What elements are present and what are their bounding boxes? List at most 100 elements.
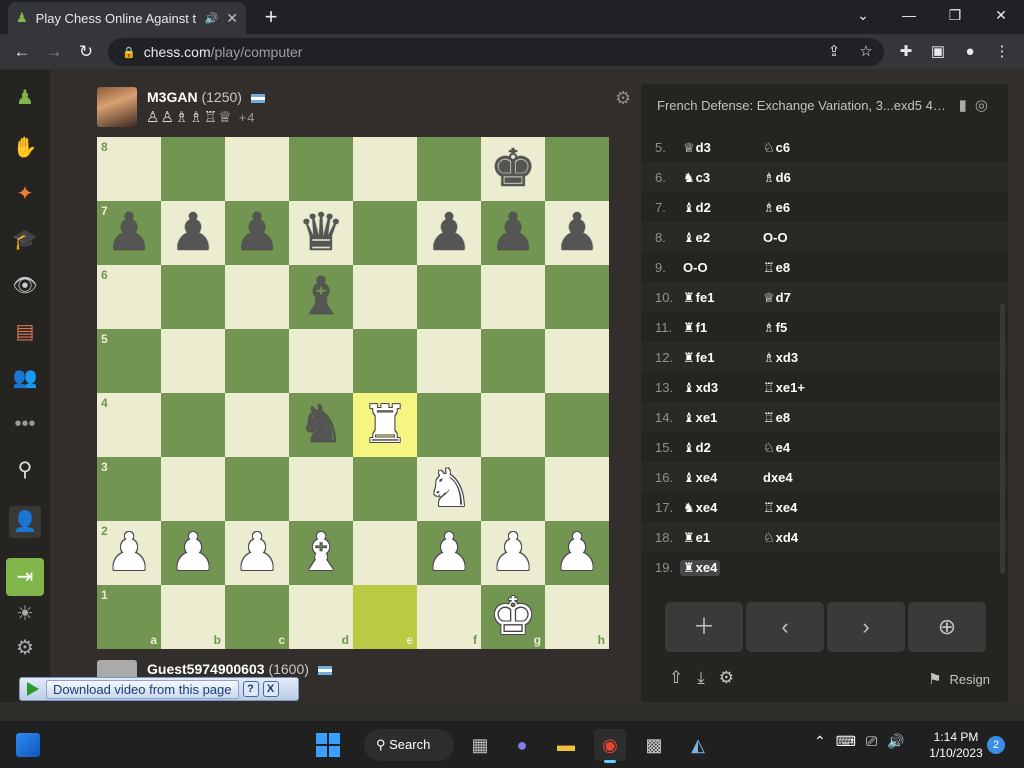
square-c3[interactable] [225,457,289,521]
square-g5[interactable] [481,329,545,393]
share-icon[interactable]: ⇪ [820,38,848,66]
white-king-icon[interactable]: ♚ [481,585,545,649]
new-game-button[interactable]: ＋ [665,602,743,652]
side-panel-icon[interactable]: ▣ [924,38,952,66]
square-f5[interactable] [417,329,481,393]
puzzles-icon[interactable]: ✦ [9,178,41,210]
white-rook-icon[interactable]: ♜ [353,393,417,457]
square-a4[interactable]: 4 [97,393,161,457]
reload-button[interactable]: ↻ [72,38,100,66]
photos-icon[interactable]: ◭ [682,729,714,761]
square-c5[interactable] [225,329,289,393]
close-button[interactable]: X [262,681,279,697]
new-tab-button[interactable]: + [258,4,284,30]
white-pawn-icon[interactable]: ♟ [417,521,481,585]
square-e3[interactable] [353,457,417,521]
chess-board[interactable]: 8 ♚ 7 ♟ ♟ ♟ ♛ ♟ ♟ ♟ 6 ♝ 5 4 ♞ ♜ 3 ♞ 2 ♟ ♟ ♟ ♝ ♟ ♟ ♟ 1 a b c d e f g ♚ h [97,137,609,649]
learn-icon[interactable]: 🎓 [9,224,41,256]
app-icon[interactable]: ▩ [638,729,670,761]
white-move[interactable]: ♝xe1 [683,410,717,426]
black-move[interactable]: ♖xe1+ [763,380,805,396]
square-f2[interactable]: ♟ [417,521,481,585]
download-icon[interactable]: ⤓ [697,668,719,687]
white-move[interactable]: ♜e1 [683,530,710,546]
square-d2[interactable]: ♝ [289,521,353,585]
white-pawn-icon[interactable]: ♟ [161,521,225,585]
white-knight-icon[interactable]: ♞ [417,457,481,521]
square-g1[interactable]: g ♚ [481,585,545,649]
download-video-button[interactable]: Download video from this page [46,679,239,699]
square-d7[interactable]: ♛ [289,201,353,265]
resign-button[interactable]: ⚑ Resign [928,670,990,688]
play-icon[interactable]: ✋ [9,132,41,164]
black-move[interactable]: ♖e8 [763,260,790,276]
black-pawn-icon[interactable]: ♟ [225,201,289,265]
add-friend-icon[interactable]: 👤 [9,506,41,538]
white-move[interactable]: ♕d3 [683,140,711,156]
square-h8[interactable] [545,137,609,201]
square-c2[interactable]: ♟ [225,521,289,585]
previous-move-button[interactable]: ‹ [746,602,824,652]
square-h2[interactable]: ♟ [545,521,609,585]
square-h7[interactable]: ♟ [545,201,609,265]
black-king-icon[interactable]: ♚ [481,137,545,201]
theme-icon[interactable]: ☀ [9,598,41,630]
analysis-button[interactable]: ⊕ [908,602,986,652]
white-pawn-icon[interactable]: ♟ [97,521,161,585]
url-bar[interactable]: 🔒 chess.com/play/computer [108,38,884,66]
square-b2[interactable]: ♟ [161,521,225,585]
black-pawn-icon[interactable]: ♟ [481,201,545,265]
square-a8[interactable]: 8 [97,137,161,201]
white-move[interactable]: ♝xe4 [683,470,717,486]
share-icon[interactable]: ⇧ [669,668,697,687]
black-queen-icon[interactable]: ♛ [289,201,353,265]
black-move[interactable]: ♖e8 [763,410,790,426]
square-f3[interactable]: ♞ [417,457,481,521]
square-g4[interactable] [481,393,545,457]
square-b5[interactable] [161,329,225,393]
watch-icon[interactable]: 👁 [9,270,41,302]
square-h1[interactable]: h [545,585,609,649]
square-g7[interactable]: ♟ [481,201,545,265]
opening-name[interactable]: French Defense: Exchange Variation, 3...… [657,98,947,113]
black-move[interactable]: ♗e6 [763,200,790,216]
white-pawn-icon[interactable]: ♟ [225,521,289,585]
black-pawn-icon[interactable]: ♟ [417,201,481,265]
square-d8[interactable] [289,137,353,201]
tab-search-icon[interactable]: ⌄ [840,0,886,30]
more-icon[interactable]: ••• [9,408,41,440]
square-g8[interactable]: ♚ [481,137,545,201]
square-d6[interactable]: ♝ [289,265,353,329]
white-bishop-icon[interactable]: ♝ [289,521,353,585]
square-d5[interactable] [289,329,353,393]
forward-button[interactable]: → [40,38,68,66]
login-icon[interactable]: ⇥ [6,558,44,596]
chess-logo-icon[interactable]: ♟ [9,82,41,114]
square-a7[interactable]: 7 ♟ [97,201,161,265]
opponent-avatar[interactable] [97,87,137,127]
square-a2[interactable]: 2 ♟ [97,521,161,585]
audio-icon[interactable]: 🔊 [205,12,219,25]
black-move[interactable]: ♗xd3 [763,350,798,366]
white-pawn-icon[interactable]: ♟ [545,521,609,585]
square-e4[interactable]: ♜ [353,393,417,457]
back-button[interactable]: ← [8,38,36,66]
white-move[interactable]: ♜f1 [683,320,707,336]
black-pawn-icon[interactable]: ♟ [545,201,609,265]
square-c4[interactable] [225,393,289,457]
bookmark-star-icon[interactable]: ☆ [852,38,880,66]
board-settings-icon[interactable]: ⚙ [615,88,631,109]
white-move[interactable]: O-O [683,260,708,275]
start-button[interactable] [316,733,340,757]
white-move[interactable]: ♜fe1 [683,350,714,366]
player-info[interactable]: Guest5974900603 (1600) [147,661,332,677]
black-move[interactable]: ♗f5 [763,320,787,336]
close-window-button[interactable]: ✕ [978,0,1024,30]
square-b7[interactable]: ♟ [161,201,225,265]
next-move-button[interactable]: › [827,602,905,652]
square-f4[interactable] [417,393,481,457]
profile-icon[interactable]: ● [956,38,984,66]
square-h6[interactable] [545,265,609,329]
square-b4[interactable] [161,393,225,457]
square-b8[interactable] [161,137,225,201]
